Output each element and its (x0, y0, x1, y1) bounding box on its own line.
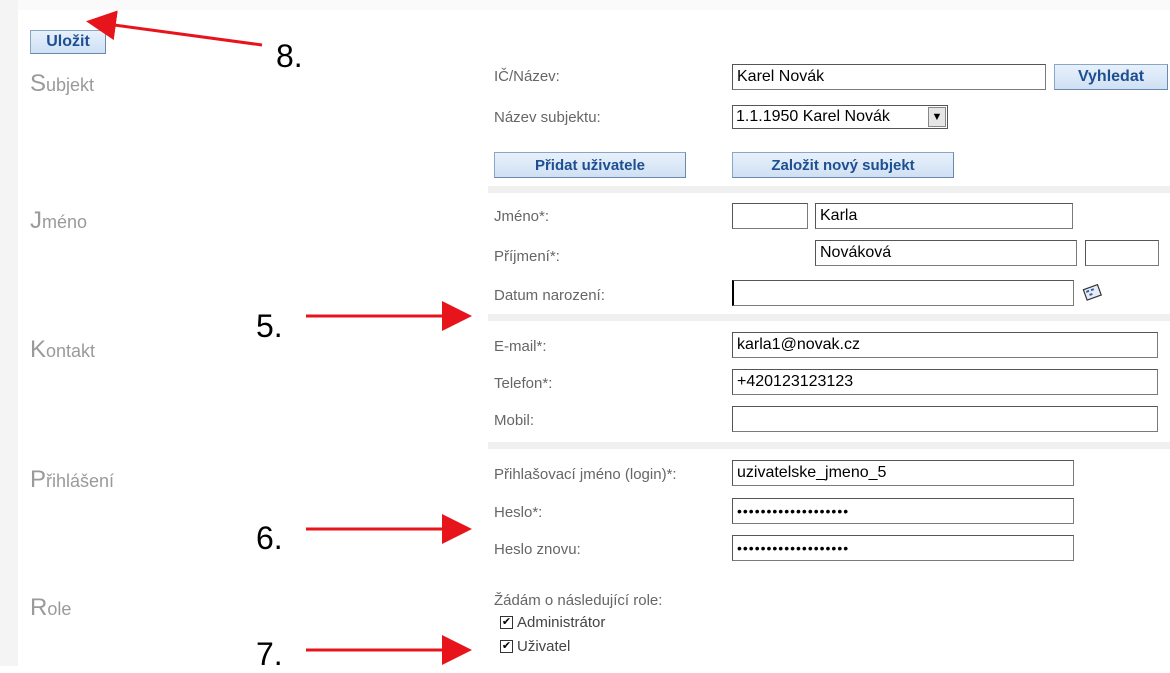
annotation-6: 6. (256, 520, 283, 556)
annotation-8: 8. (276, 38, 303, 74)
annotation-7: 7. (256, 636, 283, 672)
annotation-5: 5. (256, 308, 283, 344)
arrow-8 (86, 10, 263, 47)
annotation-arrows (86, 10, 472, 665)
